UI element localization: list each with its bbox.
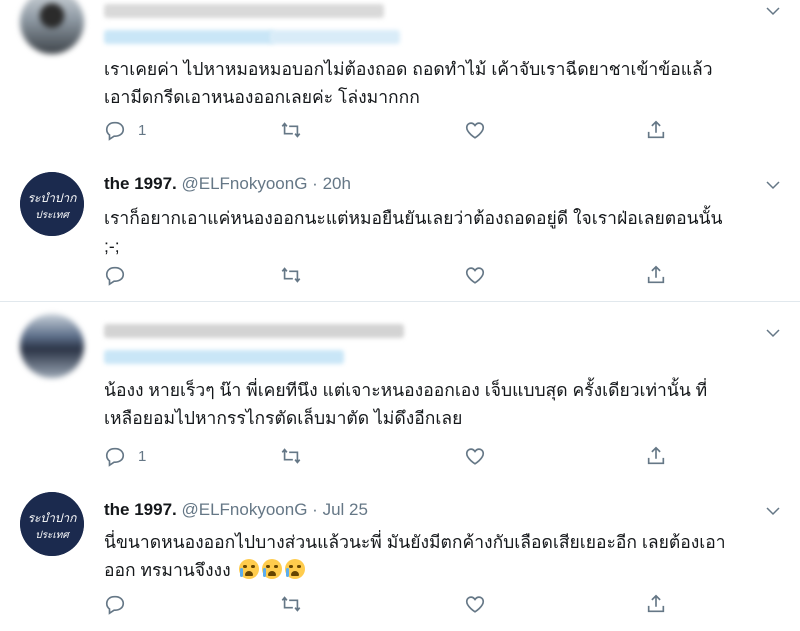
reply-icon <box>105 266 125 286</box>
share-icon <box>647 446 665 465</box>
tweet-1[interactable]: เราเคยค่า ไปหาหมอหมอบอกไม่ต้องถอด ถอดทำไ… <box>0 0 800 160</box>
svg-text:ประเทศ: ประเทศ <box>35 530 70 541</box>
retweet-icon <box>281 122 301 138</box>
tweet-text: เราเคยค่า ไปหาหมอหมอบอกไม่ต้องถอด ถอดทำไ… <box>104 55 784 111</box>
tweet-text-line: ;-; <box>104 236 120 256</box>
tweet-actions <box>104 593 684 619</box>
reply-count: 1 <box>138 121 147 139</box>
reply-count: 1 <box>138 447 147 465</box>
retweet-button[interactable] <box>280 264 302 286</box>
reply-icon <box>105 595 125 615</box>
avatar[interactable]: ระบำปาก ประเทศ <box>20 172 84 236</box>
like-button[interactable] <box>464 119 486 141</box>
loudly-crying-face-icon <box>238 559 259 579</box>
like-icon <box>465 596 485 613</box>
tweet-text-line: ออก ทรมานจึงงง <box>104 560 231 580</box>
avatar[interactable]: ระบำปาก ประเทศ <box>20 492 84 556</box>
tweet-text: น้องง หายเร็วๆ น๊า พี่เคยทีนึง แต่เจาะหน… <box>104 376 784 432</box>
share-icon <box>647 594 665 613</box>
avatar-logo-icon: ระบำปาก ประเทศ <box>20 172 84 236</box>
svg-text:ระบำปาก: ระบำปาก <box>28 191 78 205</box>
reply-button[interactable]: 1 <box>104 445 146 467</box>
tweet-text-line: น้องง หายเร็วๆ น๊า พี่เคยทีนึง แต่เจาะหน… <box>104 380 708 400</box>
blurred-reply-context <box>104 30 274 44</box>
author-handle[interactable]: @ELFnokyoonG <box>182 174 308 193</box>
tweet-header: the 1997. @ELFnokyoonG · 20h <box>104 174 351 194</box>
separator: · <box>312 174 318 193</box>
like-icon <box>465 122 485 139</box>
reply-button[interactable] <box>104 593 126 615</box>
tweet-text-line-with-emoji: ออก ทรมานจึงงง <box>104 556 784 584</box>
tweet-actions: 1 <box>104 445 684 471</box>
chevron-down-icon[interactable] <box>764 502 782 520</box>
like-button[interactable] <box>464 593 486 615</box>
author-handle[interactable]: @ELFnokyoonG <box>182 500 308 519</box>
tweet-4[interactable]: ระบำปาก ประเทศ the 1997. @ELFnokyoonG · … <box>0 480 800 631</box>
blurred-reply-context <box>104 350 344 364</box>
chevron-down-icon[interactable] <box>764 176 782 194</box>
reply-icon <box>105 447 125 467</box>
tweet-text-line: นี่ขนาดหนองออกไปบางส่วนแล้วนะพี่ มันยังม… <box>104 532 726 552</box>
tweet-text-line: เหลือยอมไปหากรรไกรตัดเล็บมาตัด ไม่ดึงอีก… <box>104 408 463 428</box>
share-button[interactable] <box>645 593 667 615</box>
blurred-author-name <box>104 324 404 338</box>
blurred-author-name <box>104 4 384 18</box>
retweet-button[interactable] <box>280 119 302 141</box>
share-button[interactable] <box>645 445 667 467</box>
tweet-3[interactable]: น้องง หายเร็วๆ น๊า พี่เคยทีนึง แต่เจาะหน… <box>0 302 800 480</box>
tweet-actions: 1 <box>104 119 684 145</box>
share-button[interactable] <box>645 264 667 286</box>
svg-text:ประเทศ: ประเทศ <box>35 210 70 221</box>
like-button[interactable] <box>464 445 486 467</box>
separator: · <box>312 500 318 519</box>
blurred-reply-context-2 <box>270 30 400 44</box>
chevron-down-icon[interactable] <box>764 2 782 20</box>
tweet-text-line: เราก็อยากเอาแค่หนองออกนะแต่หมอยืนยันเลยว… <box>104 208 723 228</box>
tweet-text: นี่ขนาดหนองออกไปบางส่วนแล้วนะพี่ มันยังม… <box>104 528 784 584</box>
reply-icon <box>105 121 125 141</box>
retweet-icon <box>281 267 301 283</box>
loudly-crying-face-icon <box>261 559 282 579</box>
share-icon <box>647 265 665 284</box>
retweet-icon <box>281 448 301 464</box>
tweet-2[interactable]: ระบำปาก ประเทศ the 1997. @ELFnokyoonG · … <box>0 160 800 300</box>
tweet-feed: เราเคยค่า ไปหาหมอหมอบอกไม่ต้องถอด ถอดทำไ… <box>0 0 800 631</box>
svg-text:ระบำปาก: ระบำปาก <box>28 511 78 525</box>
retweet-icon <box>281 596 301 612</box>
share-button[interactable] <box>645 119 667 141</box>
like-icon <box>465 267 485 284</box>
chevron-down-icon[interactable] <box>764 324 782 342</box>
retweet-button[interactable] <box>280 445 302 467</box>
author-name[interactable]: the 1997. <box>104 500 177 519</box>
tweet-actions <box>104 264 684 290</box>
retweet-button[interactable] <box>280 593 302 615</box>
avatar-blurred[interactable] <box>20 314 84 378</box>
tweet-time[interactable]: Jul 25 <box>323 500 368 519</box>
author-name[interactable]: the 1997. <box>104 174 177 193</box>
loudly-crying-face-icon <box>284 559 305 579</box>
tweet-text-line: เราเคยค่า ไปหาหมอหมอบอกไม่ต้องถอด ถอดทำไ… <box>104 59 713 79</box>
share-icon <box>647 120 665 139</box>
avatar-logo-icon: ระบำปาก ประเทศ <box>20 492 84 556</box>
like-button[interactable] <box>464 264 486 286</box>
reply-button[interactable]: 1 <box>104 119 146 141</box>
tweet-text: เราก็อยากเอาแค่หนองออกนะแต่หมอยืนยันเลยว… <box>104 204 784 260</box>
reply-button[interactable] <box>104 264 126 286</box>
tweet-text-line: เอามีดกรีดเอาหนองออกเลยค่ะ โล่งมากกก <box>104 87 420 107</box>
tweet-time[interactable]: 20h <box>323 174 351 193</box>
like-icon <box>465 448 485 465</box>
tweet-header: the 1997. @ELFnokyoonG · Jul 25 <box>104 500 368 520</box>
avatar-blurred[interactable] <box>20 0 84 54</box>
